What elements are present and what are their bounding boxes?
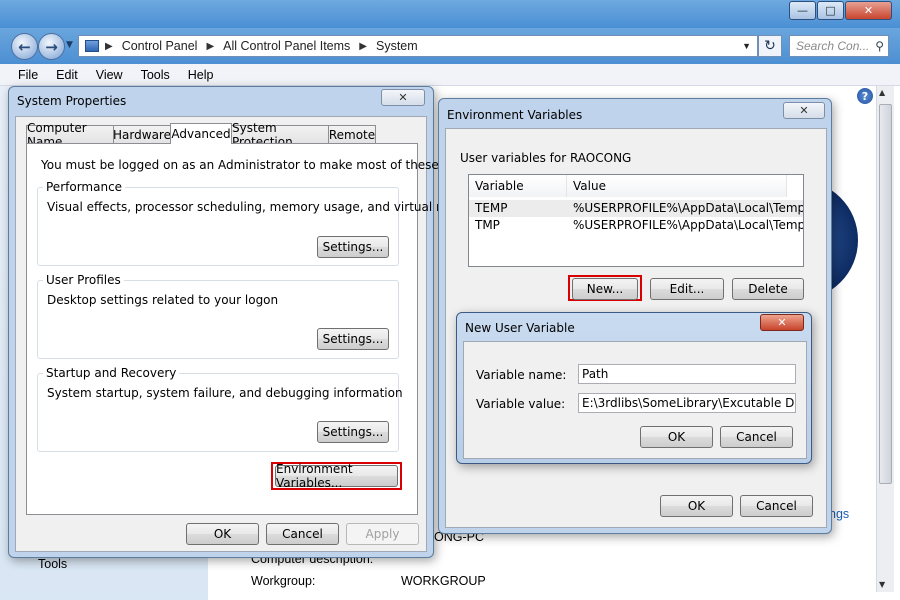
minimize-button[interactable]: — bbox=[789, 1, 816, 20]
control-panel-folder-icon bbox=[85, 40, 99, 52]
new-user-variable-dialog: New User Variable ✕ Variable name: Path … bbox=[456, 312, 812, 464]
new-variable-ok-button[interactable]: OK bbox=[640, 426, 713, 448]
variable-value-cell: %USERPROFILE%\AppData\Local\Temp bbox=[573, 201, 804, 215]
delete-variable-button[interactable]: Delete bbox=[732, 278, 804, 300]
search-input[interactable]: Search Con... ⚲ bbox=[789, 35, 889, 57]
search-placeholder: Search Con... bbox=[796, 39, 870, 53]
list-item[interactable]: TMP %USERPROFILE%\AppData\Local\Temp bbox=[469, 217, 803, 234]
menu-view[interactable]: View bbox=[87, 68, 132, 82]
tab-system-protection[interactable]: System Protection bbox=[231, 121, 329, 149]
menu-help[interactable]: Help bbox=[179, 68, 223, 82]
maximize-button[interactable]: □ bbox=[817, 1, 844, 20]
system-properties-cancel-button[interactable]: Cancel bbox=[266, 523, 339, 545]
variable-name-input[interactable]: Path bbox=[578, 364, 796, 384]
user-profiles-settings-button[interactable]: Settings... bbox=[317, 328, 389, 350]
breadcrumb-separator-icon: ▶ bbox=[206, 40, 215, 52]
dialog-client-area: Computer Name Hardware Advanced System P… bbox=[15, 116, 497, 552]
system-properties-ok-button[interactable]: OK bbox=[186, 523, 259, 545]
tab-advanced[interactable]: Advanced bbox=[170, 123, 232, 144]
user-variables-list[interactable]: Variable Value TEMP %USERPROFILE%\AppDat… bbox=[468, 174, 804, 267]
menu-bar: File Edit View Tools Help bbox=[0, 64, 900, 86]
close-icon[interactable]: ✕ bbox=[783, 102, 825, 119]
dialog-title: New User Variable bbox=[465, 321, 575, 335]
forward-arrow-icon[interactable]: → bbox=[38, 33, 65, 60]
workgroup-label: Workgroup: bbox=[251, 574, 316, 588]
variable-value-cell: %USERPROFILE%\AppData\Local\Temp bbox=[573, 218, 804, 232]
address-bar[interactable]: ▶ Control Panel ▶ All Control Panel Item… bbox=[78, 35, 758, 57]
refresh-icon[interactable]: ↻ bbox=[758, 35, 782, 57]
variable-value-input[interactable]: E:\3rdlibs\SomeLibrary\Excutable Directo… bbox=[578, 393, 796, 413]
menu-tools[interactable]: Tools bbox=[132, 68, 179, 82]
tab-remote[interactable]: Remote bbox=[328, 125, 376, 143]
tab-hardware[interactable]: Hardware bbox=[113, 125, 171, 143]
column-header-variable[interactable]: Variable bbox=[469, 175, 567, 197]
environment-variables-cancel-button[interactable]: Cancel bbox=[740, 495, 813, 517]
breadcrumb-separator-icon: ▶ bbox=[105, 40, 113, 52]
user-variables-label: User variables for RAOCONG bbox=[460, 151, 632, 165]
breadcrumb-separator-icon: ▶ bbox=[359, 40, 367, 52]
change-settings-link[interactable]: ngs bbox=[829, 507, 849, 521]
new-variable-button[interactable]: New... bbox=[572, 278, 638, 300]
startup-recovery-label: Startup and Recovery bbox=[43, 366, 180, 380]
back-arrow-icon[interactable]: ← bbox=[11, 33, 38, 60]
window-close-button[interactable]: ✕ bbox=[845, 1, 892, 20]
dialog-client-area: Variable name: Path Variable value: E:\3… bbox=[463, 341, 807, 459]
menu-file[interactable]: File bbox=[0, 68, 47, 82]
recent-pages-chevron-icon[interactable]: ▼ bbox=[66, 40, 73, 50]
content-scrollbar[interactable] bbox=[876, 86, 894, 592]
environment-variables-button[interactable]: Environment Variables... bbox=[275, 462, 398, 490]
scroll-down-icon[interactable]: ▼ bbox=[879, 580, 885, 589]
address-dropdown-icon[interactable]: ▼ bbox=[742, 41, 751, 51]
tab-computer-name[interactable]: Computer Name bbox=[26, 121, 114, 149]
performance-label: Performance bbox=[43, 180, 126, 194]
system-properties-dialog: System Properties ✕ Computer Name Hardwa… bbox=[8, 86, 497, 558]
breadcrumb-control-panel[interactable]: Control Panel bbox=[122, 39, 198, 53]
performance-description: Visual effects, processor scheduling, me… bbox=[47, 200, 487, 214]
workgroup-value: WORKGROUP bbox=[401, 574, 486, 588]
advanced-tab-panel: You must be logged on as an Administrato… bbox=[26, 143, 497, 515]
search-icon[interactable]: ⚲ bbox=[875, 39, 884, 53]
variable-name-cell: TMP bbox=[475, 218, 500, 232]
help-icon[interactable]: ? bbox=[857, 88, 873, 104]
admin-note: You must be logged on as an Administrato… bbox=[41, 158, 497, 172]
user-profiles-description: Desktop settings related to your logon bbox=[47, 293, 279, 307]
variable-name-cell: TEMP bbox=[475, 201, 508, 215]
close-icon[interactable]: ✕ bbox=[381, 89, 425, 106]
startup-recovery-settings-button[interactable]: Settings... bbox=[317, 421, 389, 443]
close-icon[interactable]: ✕ bbox=[760, 314, 804, 331]
dialog-title: Environment Variables bbox=[447, 108, 583, 122]
startup-recovery-description: System startup, system failure, and debu… bbox=[47, 386, 403, 400]
variable-name-label: Variable name: bbox=[476, 368, 567, 382]
edit-variable-button[interactable]: Edit... bbox=[650, 278, 724, 300]
performance-settings-button[interactable]: Settings... bbox=[317, 236, 389, 258]
column-header-value[interactable]: Value bbox=[567, 175, 787, 197]
dialog-title: System Properties bbox=[17, 94, 127, 108]
scrollbar-thumb[interactable] bbox=[879, 104, 892, 484]
system-properties-apply-button[interactable]: Apply bbox=[346, 523, 419, 545]
window-titlebar bbox=[0, 0, 900, 28]
variable-value-label: Variable value: bbox=[476, 397, 566, 411]
scroll-up-icon[interactable]: ▲ bbox=[879, 88, 885, 97]
breadcrumb-all-items[interactable]: All Control Panel Items bbox=[223, 39, 350, 53]
new-variable-cancel-button[interactable]: Cancel bbox=[720, 426, 793, 448]
user-profiles-label: User Profiles bbox=[43, 273, 124, 287]
nav-link-tools[interactable]: Tools bbox=[38, 557, 67, 571]
breadcrumb-system[interactable]: System bbox=[376, 39, 418, 53]
list-item[interactable]: TEMP %USERPROFILE%\AppData\Local\Temp bbox=[469, 200, 803, 217]
environment-variables-ok-button[interactable]: OK bbox=[660, 495, 733, 517]
menu-edit[interactable]: Edit bbox=[47, 68, 87, 82]
